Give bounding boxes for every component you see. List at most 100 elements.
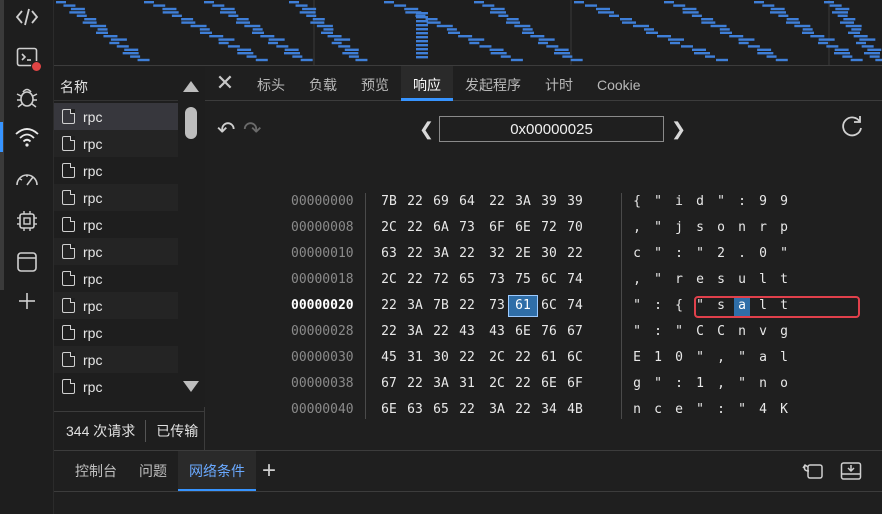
- hex-byte[interactable]: 39: [535, 192, 563, 212]
- hex-byte[interactable]: 43: [483, 322, 511, 342]
- ascii-char[interactable]: ,: [629, 218, 645, 238]
- ascii-char[interactable]: :: [650, 296, 666, 316]
- hex-byte[interactable]: 3A: [427, 374, 455, 394]
- ascii-char[interactable]: 2: [713, 244, 729, 264]
- ascii-char[interactable]: ": [650, 244, 666, 264]
- ascii-char[interactable]: d: [692, 192, 708, 212]
- ascii-char[interactable]: ": [650, 192, 666, 212]
- request-row[interactable]: rpc: [54, 157, 178, 184]
- next-chevron-icon[interactable]: ❯: [671, 119, 686, 140]
- request-row[interactable]: rpc: [54, 130, 178, 157]
- hex-byte[interactable]: 22: [561, 244, 589, 264]
- ascii-char[interactable]: n: [734, 322, 750, 342]
- ascii-char[interactable]: ": [692, 244, 708, 264]
- console-icon[interactable]: [14, 44, 42, 72]
- hex-byte[interactable]: 73: [453, 218, 481, 238]
- hex-byte[interactable]: 31: [453, 374, 481, 394]
- ascii-char[interactable]: C: [692, 322, 708, 342]
- hex-byte[interactable]: 39: [561, 192, 589, 212]
- close-icon[interactable]: ✕: [205, 66, 245, 100]
- ascii-char[interactable]: ,: [713, 348, 729, 368]
- ascii-char[interactable]: ,: [713, 374, 729, 394]
- ascii-char[interactable]: n: [629, 400, 645, 420]
- hex-byte[interactable]: 72: [427, 270, 455, 290]
- hex-byte[interactable]: 22: [453, 296, 481, 316]
- hex-byte[interactable]: 69: [427, 192, 455, 212]
- ascii-char[interactable]: l: [755, 270, 771, 290]
- undo-icon[interactable]: ↶: [217, 117, 235, 143]
- ascii-char[interactable]: ": [776, 244, 792, 264]
- hex-byte[interactable]: 65: [453, 270, 481, 290]
- hex-byte[interactable]: 3A: [401, 296, 429, 316]
- hex-byte[interactable]: 7B: [375, 192, 403, 212]
- ascii-char[interactable]: 9: [755, 192, 771, 212]
- ascii-char[interactable]: :: [671, 374, 687, 394]
- request-row[interactable]: rpc: [54, 292, 178, 319]
- hex-byte[interactable]: 22: [401, 244, 429, 264]
- request-row[interactable]: rpc: [54, 319, 178, 346]
- dock-bottom-icon[interactable]: [840, 461, 862, 481]
- application-window-icon[interactable]: [14, 249, 40, 275]
- ascii-char[interactable]: 9: [776, 192, 792, 212]
- ascii-char[interactable]: ,: [629, 270, 645, 290]
- hex-byte[interactable]: 3A: [483, 400, 511, 420]
- ascii-char[interactable]: e: [671, 400, 687, 420]
- refresh-icon[interactable]: [839, 113, 865, 139]
- hex-byte[interactable]: 76: [535, 322, 563, 342]
- ascii-char[interactable]: 0: [755, 244, 771, 264]
- hex-byte[interactable]: 72: [535, 218, 563, 238]
- hex-byte[interactable]: 22: [401, 374, 429, 394]
- cpu-chip-icon[interactable]: [14, 208, 40, 234]
- hex-byte[interactable]: 6E: [509, 322, 537, 342]
- hex-byte[interactable]: 22: [453, 348, 481, 368]
- hex-byte[interactable]: 22: [509, 374, 537, 394]
- hex-byte[interactable]: 30: [535, 244, 563, 264]
- request-list-scrollbar[interactable]: [178, 67, 205, 407]
- hex-byte[interactable]: 32: [483, 244, 511, 264]
- request-row[interactable]: rpc: [54, 238, 178, 265]
- ascii-char[interactable]: s: [692, 218, 708, 238]
- ascii-char[interactable]: o: [713, 218, 729, 238]
- hex-byte[interactable]: 22: [509, 400, 537, 420]
- hex-byte[interactable]: 22: [401, 270, 429, 290]
- hex-byte[interactable]: 73: [483, 270, 511, 290]
- network-overview-waterfall[interactable]: [54, 0, 882, 66]
- hex-byte[interactable]: 2C: [483, 348, 511, 368]
- ascii-char[interactable]: 1: [692, 374, 708, 394]
- ascii-char[interactable]: ": [734, 374, 750, 394]
- ascii-char[interactable]: 1: [650, 348, 666, 368]
- ascii-char[interactable]: 0: [671, 348, 687, 368]
- bug-icon[interactable]: [14, 84, 40, 110]
- hex-byte[interactable]: 6E: [509, 218, 537, 238]
- add-drawer-tab-button[interactable]: +: [262, 451, 276, 491]
- ascii-char[interactable]: {: [671, 296, 687, 316]
- ascii-char[interactable]: ": [671, 322, 687, 342]
- ascii-char[interactable]: :: [671, 244, 687, 264]
- tab-3[interactable]: 响应: [401, 66, 453, 101]
- tab-2[interactable]: 预览: [349, 66, 401, 100]
- hex-byte[interactable]: 6C: [535, 270, 563, 290]
- hex-byte[interactable]: 74: [561, 270, 589, 290]
- scroll-thumb[interactable]: [185, 107, 197, 139]
- code-icon[interactable]: [14, 4, 40, 30]
- scroll-down-icon[interactable]: [183, 381, 199, 392]
- ascii-char[interactable]: c: [650, 400, 666, 420]
- ascii-char[interactable]: s: [713, 270, 729, 290]
- ascii-char[interactable]: o: [776, 374, 792, 394]
- previous-chevron-icon[interactable]: ❮: [419, 119, 434, 140]
- hex-byte[interactable]: 2C: [375, 270, 403, 290]
- ascii-char[interactable]: r: [755, 218, 771, 238]
- hex-byte[interactable]: 63: [375, 244, 403, 264]
- hex-byte[interactable]: 30: [427, 348, 455, 368]
- ascii-char[interactable]: {: [629, 192, 645, 212]
- ascii-char[interactable]: ": [692, 400, 708, 420]
- hex-byte[interactable]: 22: [453, 400, 481, 420]
- hex-byte[interactable]: 6A: [427, 218, 455, 238]
- tab-6[interactable]: Cookie: [585, 66, 653, 100]
- hex-byte[interactable]: 31: [401, 348, 429, 368]
- hex-byte[interactable]: 22: [509, 348, 537, 368]
- hex-byte[interactable]: 61: [508, 295, 538, 317]
- address-input[interactable]: [439, 116, 664, 142]
- scroll-up-icon[interactable]: [183, 81, 199, 92]
- ascii-char[interactable]: 4: [755, 400, 771, 420]
